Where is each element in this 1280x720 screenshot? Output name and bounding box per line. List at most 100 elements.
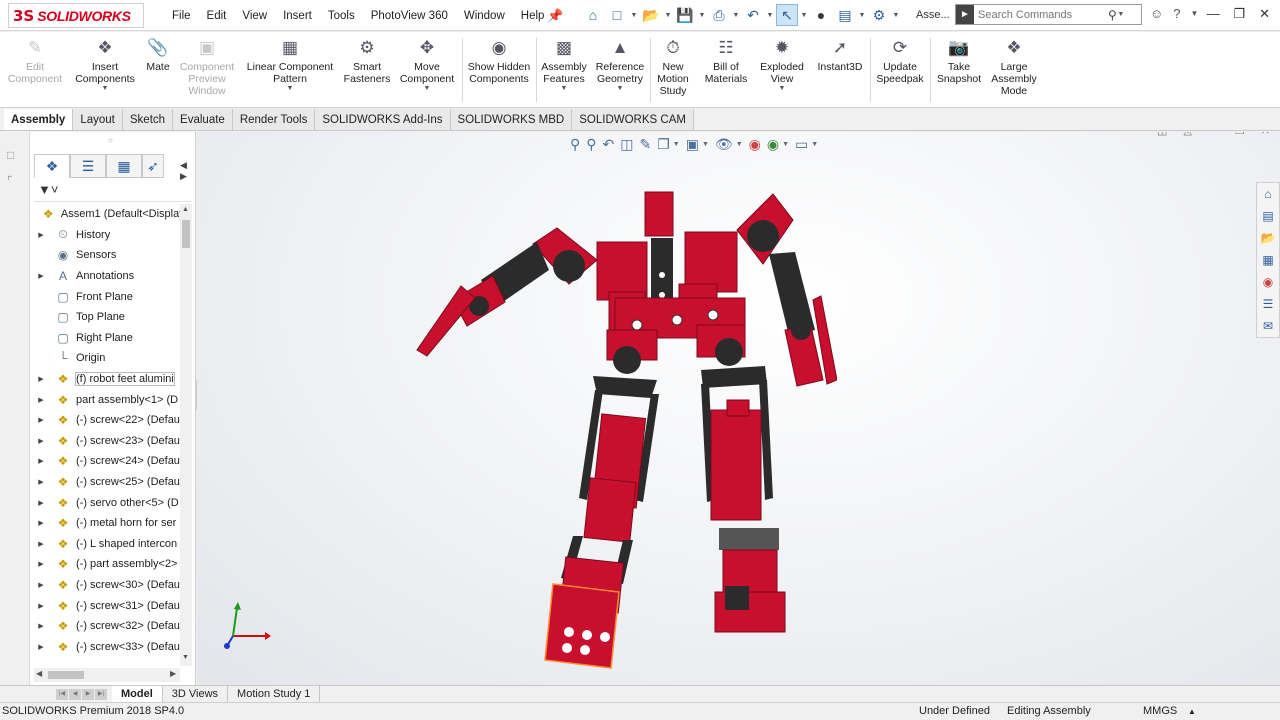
scroll-down-icon[interactable]: ▼ [182, 654, 189, 661]
reference-geometry-dropdown-icon[interactable]: ▼ [617, 85, 624, 93]
fm-tab-scroll-arrows[interactable]: ◀ ▶ [180, 160, 195, 182]
view-settings-icon[interactable]: ▭ [795, 136, 808, 153]
tab-3d-views[interactable]: 3D Views [163, 686, 229, 702]
file-explorer-icon[interactable]: 📂 [1257, 227, 1279, 249]
select-dropdown-icon[interactable]: ▼ [800, 12, 808, 19]
tree-vertical-scrollbar[interactable]: ▲ ▼ [180, 204, 192, 666]
expand-arrow-icon[interactable]: ▶ [36, 499, 46, 507]
update-speedpak-button[interactable]: ⟳ Update Speedpak [872, 36, 928, 106]
units-dropdown-icon[interactable]: ▲ [1188, 707, 1196, 716]
search-dropdown-icon[interactable]: ▼ [1117, 11, 1125, 18]
zoom-to-area-icon[interactable]: ⚲ [586, 136, 596, 153]
linear-pattern-dropdown-icon[interactable]: ▼ [287, 85, 294, 93]
apply-scene-icon[interactable]: ◉ [767, 136, 779, 153]
tab-addins[interactable]: SOLIDWORKS Add-Ins [315, 109, 451, 130]
expand-arrow-icon[interactable]: ▶ [36, 396, 46, 404]
properties-dropdown-icon[interactable]: ▼ [858, 12, 866, 19]
tree-item[interactable]: ▶ ❖ (-) metal horn for ser [30, 513, 180, 534]
minimize-icon[interactable]: — [1206, 6, 1219, 22]
expand-arrow-icon[interactable]: ▶ [36, 457, 46, 465]
move-component-dropdown-icon[interactable]: ▼ [424, 85, 431, 93]
new-dropdown-icon[interactable]: ▼ [630, 12, 638, 19]
search-commands-input[interactable] [974, 8, 1104, 21]
view-orientation-icon[interactable]: ❐ [657, 136, 670, 153]
tree-item[interactable]: └ Origin [30, 348, 180, 369]
zoom-to-fit-icon[interactable]: ⚲ [570, 136, 580, 153]
tree-item[interactable]: ▶ ❖ (-) screw<22> (Defau [30, 410, 180, 431]
tab-render-tools[interactable]: Render Tools [232, 109, 316, 130]
robot-3d-model[interactable] [397, 180, 837, 680]
menu-view[interactable]: View [234, 10, 275, 22]
tab-model[interactable]: Model [112, 686, 163, 702]
menu-window[interactable]: Window [456, 10, 513, 22]
open-folder-icon[interactable]: 📂 [640, 4, 662, 26]
help-dropdown-icon[interactable]: ▼ [1191, 9, 1199, 21]
show-hidden-components-button[interactable]: ◉ Show Hidden Components [466, 36, 532, 106]
save-dropdown-icon[interactable]: ▼ [698, 12, 706, 19]
viewport-minimize-icon[interactable]: — [1208, 132, 1219, 137]
tree-item[interactable]: ▶ ❖ (-) servo other<5> (D [30, 492, 180, 513]
reference-geometry-button[interactable]: ▲ Reference Geometry ▼ [592, 36, 648, 106]
expand-arrow-icon[interactable]: ▶ [36, 375, 46, 383]
tree-item[interactable]: ▶ ❖ (-) screw<31> (Defau [30, 595, 180, 616]
new-document-icon[interactable]: □ [606, 4, 628, 26]
tree-item[interactable]: ▶ ❖ (-) screw<33> (Defau [30, 636, 180, 657]
mate-button[interactable]: 📎 Mate [140, 36, 176, 106]
edit-appearance-icon[interactable]: ◉ [749, 136, 761, 153]
take-snapshot-button[interactable]: 📷 Take Snapshot [932, 36, 986, 106]
viewport-tile-left-icon[interactable]: ◫ [1157, 132, 1167, 137]
expand-arrow-icon[interactable]: ▶ [36, 643, 46, 651]
tab-cam[interactable]: SOLIDWORKS CAM [572, 109, 694, 130]
assembly-features-button[interactable]: ▩ Assembly Features ▼ [538, 36, 590, 106]
tree-item[interactable]: ▢ Top Plane [30, 307, 180, 328]
tree-item[interactable]: ▶ ❖ (-) L shaped intercon [30, 534, 180, 555]
scroll-up-icon[interactable]: ▲ [182, 206, 189, 213]
feature-manager-tab-icon[interactable]: ❖ [34, 154, 70, 178]
search-magnifier-icon[interactable]: ⚲ [1108, 8, 1117, 22]
first-tab-icon[interactable]: |◀ [56, 688, 68, 700]
linear-component-pattern-button[interactable]: ▦ Linear Component Pattern ▼ [244, 36, 336, 106]
pin-menu-icon[interactable]: 📌 [547, 8, 563, 24]
scroll-thumb[interactable] [182, 220, 190, 248]
tree-item[interactable]: ▢ Right Plane [30, 328, 180, 349]
scroll-right-icon[interactable]: ▶ [170, 669, 176, 678]
move-component-button[interactable]: ✥ Move Component ▼ [396, 36, 458, 106]
bill-of-materials-button[interactable]: ☷ Bill of Materials [700, 36, 752, 106]
panel-grip-icon[interactable]: ○ [108, 136, 113, 145]
dimxpert-tab-icon[interactable]: ➶ [142, 154, 164, 178]
next-tab-icon[interactable]: ▶ [82, 688, 94, 700]
save-icon[interactable]: 💾 [674, 4, 696, 26]
tree-item[interactable]: ▶ ❖ part assembly<1> (D [30, 389, 180, 410]
expand-arrow-icon[interactable]: ▶ [36, 272, 46, 280]
tree-item[interactable]: ▶ ❖ (-) screw<25> (Defau [30, 472, 180, 493]
forum-icon[interactable]: ✉ [1257, 315, 1279, 337]
tree-item[interactable]: ▶ ⏲ History [30, 225, 180, 246]
view-settings-dropdown-icon[interactable]: ▼ [811, 141, 818, 148]
close-icon[interactable]: ✕ [1259, 6, 1270, 22]
home-icon[interactable]: ⌂ [582, 4, 604, 26]
display-style-dropdown-icon[interactable]: ▼ [702, 141, 709, 148]
file-properties-icon[interactable]: ▤ [834, 4, 856, 26]
print-icon[interactable]: ⎙ [708, 4, 730, 26]
hscroll-thumb[interactable] [48, 671, 84, 679]
new-motion-study-button[interactable]: ⏱ New Motion Study [652, 36, 694, 106]
tree-item[interactable]: ◉ Sensors [30, 245, 180, 266]
menu-edit[interactable]: Edit [199, 10, 235, 22]
design-library-icon[interactable]: ▤ [1257, 205, 1279, 227]
last-tab-icon[interactable]: ▶| [95, 688, 107, 700]
custom-properties-icon[interactable]: ☰ [1257, 293, 1279, 315]
dynamic-annotation-icon[interactable]: ✎ [640, 136, 652, 153]
expand-arrow-icon[interactable]: ▶ [36, 478, 46, 486]
print-dropdown-icon[interactable]: ▼ [732, 12, 740, 19]
expand-arrow-icon[interactable]: ▶ [36, 581, 46, 589]
view-orientation-dropdown-icon[interactable]: ▼ [673, 141, 680, 148]
expand-arrow-icon[interactable]: ▶ [36, 540, 46, 548]
viewport-tile-right-icon[interactable]: ◬ [1183, 132, 1191, 137]
tree-root-assembly[interactable]: ❖ Assem1 (Default<Display [30, 204, 180, 225]
component-preview-window-button[interactable]: ▣ Component Preview Window [176, 36, 238, 106]
search-commands-icon[interactable]: ► [956, 5, 974, 24]
viewport-restore-icon[interactable]: ❐ [1235, 132, 1245, 137]
insert-components-dropdown-icon[interactable]: ▼ [102, 85, 109, 93]
restore-icon[interactable]: ❐ [1233, 6, 1245, 22]
rebuild-traffic-light-icon[interactable]: ● [810, 4, 832, 26]
